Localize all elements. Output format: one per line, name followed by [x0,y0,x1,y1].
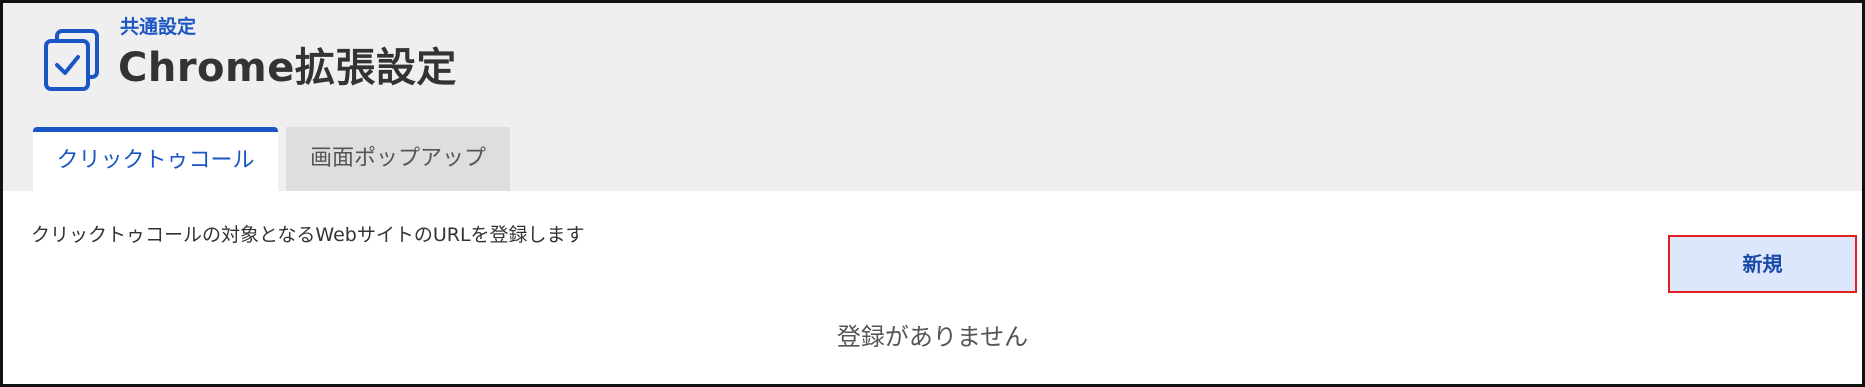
page-description: クリックトゥコールの対象となるWebサイトのURLを登録します [31,224,585,246]
tab-screen-popup[interactable]: 画面ポップアップ [286,127,510,191]
new-button[interactable]: 新規 [1668,235,1857,293]
tab-click-to-call[interactable]: クリックトゥコール [33,127,278,191]
empty-state-message: 登録がありません [836,323,1029,351]
breadcrumb[interactable]: 共通設定 [120,15,196,39]
app-window: 共通設定 Chrome拡張設定 クリックトゥコール 画面ポップアップ クリックト… [0,0,1865,387]
page-header: 共通設定 Chrome拡張設定 クリックトゥコール 画面ポップアップ [3,3,1862,191]
page-title: Chrome拡張設定 [118,45,457,91]
checkbox-stack-icon [44,29,99,91]
